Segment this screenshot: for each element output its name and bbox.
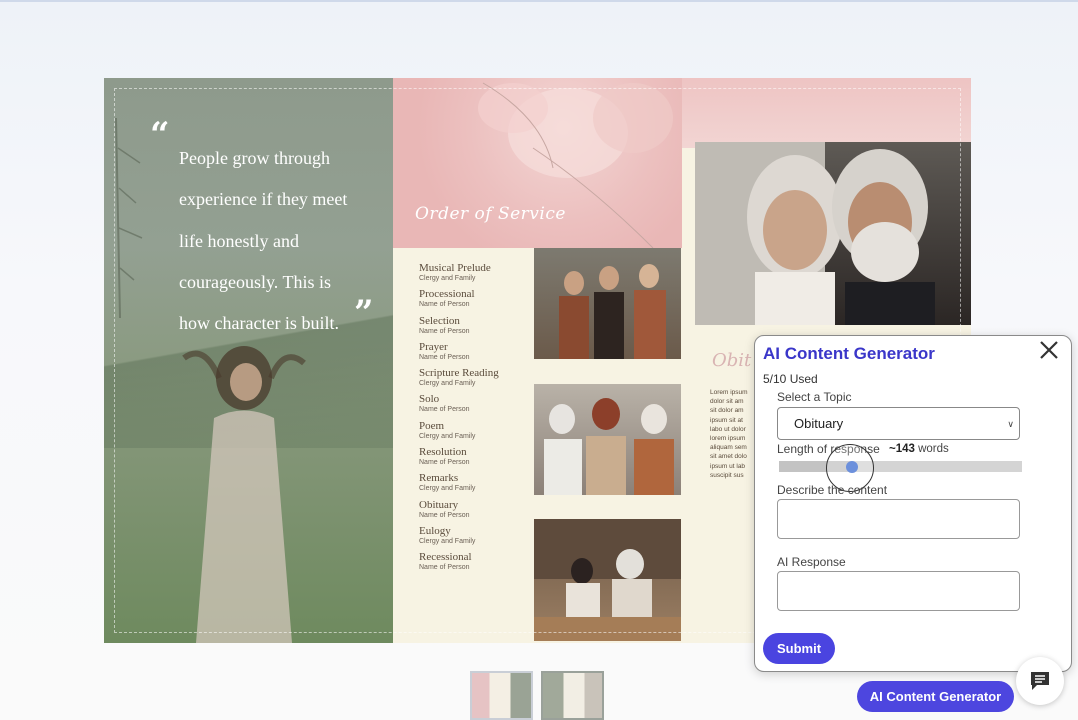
submit-button[interactable]: Submit [763, 633, 835, 664]
open-quote-icon: “ [150, 115, 170, 155]
ai-content-generator-panel: AI Content Generator 5/10 Used Select a … [754, 335, 1072, 672]
woman-in-field-photo [182, 346, 306, 643]
chat-bubble-icon [1031, 672, 1049, 690]
service-item-subtitle: Name of Person [419, 564, 470, 572]
usage-counter: 5/10 Used [763, 372, 818, 386]
chevron-down-icon: ∨ [1007, 419, 1014, 429]
service-item-subtitle: Name of Person [419, 301, 470, 309]
word-count-unit: words [918, 443, 949, 455]
chat-button[interactable] [1016, 657, 1064, 705]
describe-label: Describe the content [777, 483, 888, 497]
topic-select[interactable]: Obituary ∨ [777, 407, 1020, 440]
quote-line: life honestly and [179, 230, 299, 251]
quote-line: courageously. This is [179, 271, 331, 292]
service-item-title: Recessional [419, 551, 472, 564]
ai-content-generator-button[interactable]: AI Content Generator [857, 681, 1014, 712]
service-item-subtitle: Name of Person [419, 353, 470, 361]
service-item-title: Resolution [419, 446, 467, 459]
service-item: Resolution Name of Person [419, 446, 499, 467]
service-item-title: Eulogy [419, 524, 451, 537]
quote-line: how character is built. [179, 313, 339, 334]
service-item-subtitle: Clergy and Family [419, 432, 476, 440]
describe-textarea[interactable] [777, 499, 1020, 539]
page-thumbnail-1[interactable] [470, 671, 533, 720]
service-item: Remarks Clergy and Family [419, 472, 499, 493]
service-item-subtitle: Name of Person [419, 511, 470, 519]
top-accent-line [0, 0, 1078, 2]
brochure-middle-panel: Order of Service Musical Prelude Clergy a… [393, 78, 682, 643]
service-item-title: Remarks [419, 472, 459, 485]
word-count: ~143 words [889, 443, 949, 455]
floral-header: Order of Service [393, 78, 682, 249]
grandmother-with-girl-photo [534, 519, 681, 641]
brochure-left-panel: “ People grow through experience if they… [104, 78, 393, 643]
right-floral-strip [682, 78, 971, 148]
service-item-subtitle: Clergy and Family [419, 485, 476, 493]
word-count-value: ~143 [889, 443, 915, 455]
quote-line: experience if they meet [179, 189, 348, 210]
service-item-subtitle: Name of Person [419, 406, 470, 414]
page-thumbnail-2[interactable] [541, 671, 604, 720]
service-item-subtitle: Name of Person [419, 327, 470, 335]
service-item: Eulogy Clergy and Family [419, 524, 499, 545]
service-item-title: Processional [419, 288, 475, 301]
service-list: Musical Prelude Clergy and Family Processi… [419, 263, 499, 579]
obituary-title: Obit [712, 350, 752, 371]
service-item-title: Solo [419, 393, 440, 406]
service-item-title: Musical Prelude [419, 262, 491, 274]
service-item-title: Poem [419, 419, 445, 432]
service-item: Poem Clergy and Family [419, 419, 499, 440]
topic-select-value: Obituary [794, 416, 844, 431]
service-item-subtitle: Clergy and Family [419, 380, 476, 388]
panel-title: AI Content Generator [763, 344, 935, 363]
service-item-title: Scripture Reading [419, 367, 499, 380]
service-item-title: Prayer [419, 340, 448, 353]
close-quote-icon: ” [354, 293, 374, 333]
service-item-title: Selection [419, 314, 460, 327]
service-item-subtitle: Clergy and Family [419, 537, 476, 545]
service-item: Selection Name of Person [419, 314, 499, 335]
topic-label: Select a Topic [777, 390, 852, 404]
service-item-title: Obituary [419, 498, 459, 511]
service-item: Processional Name of Person [419, 288, 499, 309]
three-women-photo [534, 248, 681, 359]
order-of-service-title: Order of Service [415, 204, 566, 224]
quote-text: People grow through experience if they m… [179, 138, 379, 344]
service-item-subtitle: Clergy and Family [419, 275, 476, 282]
service-item-subtitle: Name of Person [419, 459, 470, 467]
service-item: Scripture Reading Clergy and Family [419, 367, 499, 388]
quote-line: People grow through [179, 148, 330, 168]
response-label: AI Response [777, 555, 846, 569]
service-item: Prayer Name of Person [419, 340, 499, 361]
response-textarea[interactable] [777, 571, 1020, 611]
elderly-couple-photo [695, 142, 971, 325]
service-item: Solo Name of Person [419, 393, 499, 414]
tree-branch-decoration [115, 118, 143, 318]
close-icon[interactable] [1037, 338, 1061, 362]
service-item: Musical Prelude Clergy and Family [419, 262, 499, 283]
service-item: Obituary Name of Person [419, 498, 499, 519]
service-item: Recessional Name of Person [419, 551, 499, 572]
elderly-women-photo [534, 384, 681, 495]
